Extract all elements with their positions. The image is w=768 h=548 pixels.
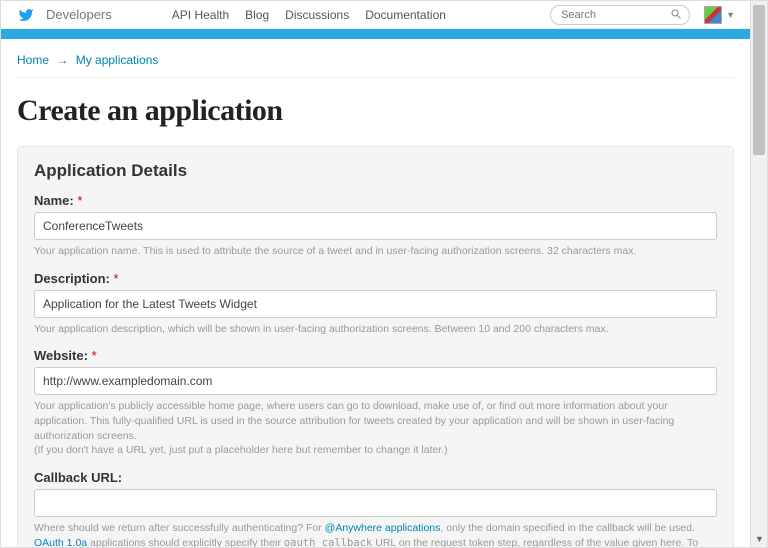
callback-input[interactable] <box>34 489 717 517</box>
accent-bar <box>1 29 750 39</box>
callback-label: Callback URL: <box>34 470 717 485</box>
field-description: Description: * Your application descript… <box>34 271 717 337</box>
twitter-bird-icon <box>16 7 36 23</box>
breadcrumb-home[interactable]: Home <box>17 53 49 67</box>
brand-label: Developers <box>46 7 112 22</box>
breadcrumb: Home → My applications <box>17 49 734 78</box>
website-input[interactable] <box>34 367 717 395</box>
field-name: Name: * Your application name. This is u… <box>34 193 717 259</box>
user-menu[interactable]: ▼ <box>704 6 735 24</box>
search-icon <box>670 8 682 20</box>
website-label: Website: * <box>34 348 717 363</box>
callback-help: Where should we return after successfull… <box>34 521 717 547</box>
panel-heading: Application Details <box>34 161 717 181</box>
name-help: Your application name. This is used to a… <box>34 244 717 259</box>
description-input[interactable] <box>34 290 717 318</box>
vertical-scrollbar[interactable]: ▲ ▼ <box>750 1 767 547</box>
nav-documentation[interactable]: Documentation <box>365 8 446 22</box>
nav-discussions[interactable]: Discussions <box>285 8 349 22</box>
avatar-icon <box>704 6 722 24</box>
nav-api-health[interactable]: API Health <box>172 8 229 22</box>
name-input[interactable] <box>34 212 717 240</box>
scroll-down-icon[interactable]: ▼ <box>751 530 768 547</box>
website-help: Your application's publicly accessible h… <box>34 399 717 458</box>
caret-down-icon: ▼ <box>726 10 735 20</box>
anywhere-link[interactable]: @Anywhere applications <box>325 522 441 534</box>
breadcrumb-arrow-icon: → <box>56 53 68 67</box>
name-label: Name: * <box>34 193 717 208</box>
description-help: Your application description, which will… <box>34 322 717 337</box>
scroll-thumb[interactable] <box>753 5 765 155</box>
field-callback: Callback URL: Where should we return aft… <box>34 470 717 547</box>
application-details-panel: Application Details Name: * Your applica… <box>17 146 734 547</box>
oauth-link[interactable]: OAuth 1.0a <box>34 537 87 547</box>
page-title: Create an application <box>17 94 734 128</box>
field-website: Website: * Your application's publicly a… <box>34 348 717 458</box>
search-wrap <box>550 5 690 25</box>
breadcrumb-my-applications[interactable]: My applications <box>76 53 159 67</box>
search-input[interactable] <box>550 5 690 25</box>
top-nav: Developers API Health Blog Discussions D… <box>1 1 750 29</box>
description-label: Description: * <box>34 271 717 286</box>
nav-blog[interactable]: Blog <box>245 8 269 22</box>
nav-links: API Health Blog Discussions Documentatio… <box>172 8 446 22</box>
